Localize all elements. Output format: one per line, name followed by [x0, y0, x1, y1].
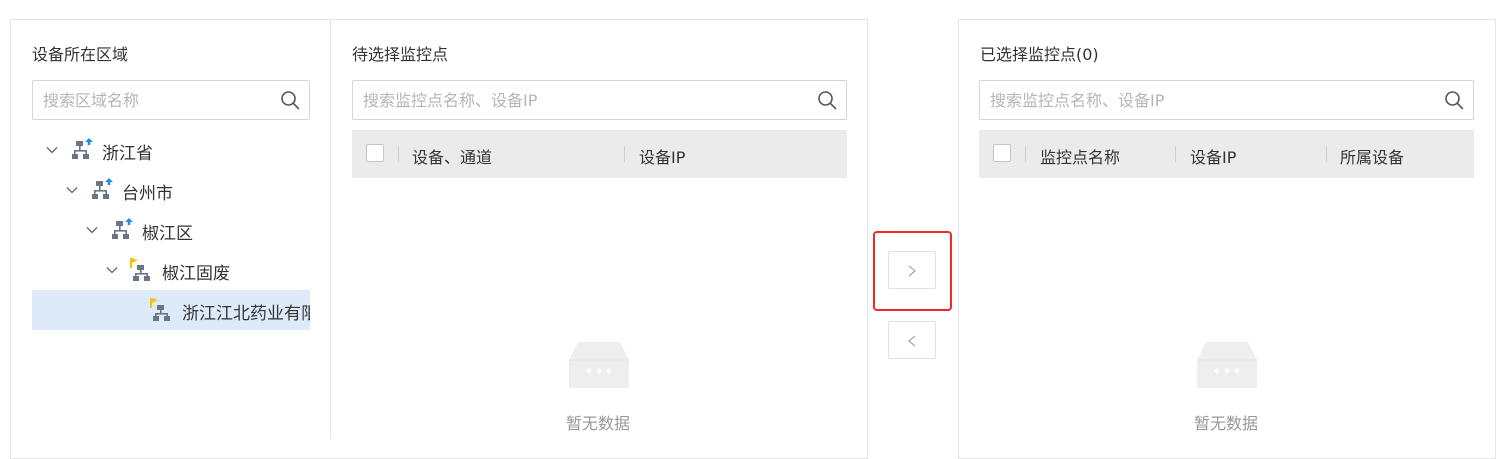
site-flag-icon [150, 298, 170, 321]
tree-node-label: 浙江省 [102, 144, 153, 164]
chevron-down-icon[interactable] [86, 224, 98, 236]
column-separator [398, 146, 399, 162]
column-separator [1175, 146, 1176, 162]
column-header[interactable]: 监控点名称 [1040, 144, 1120, 168]
panel-divider [330, 19, 331, 439]
tree-node-label: 椒江区 [142, 224, 193, 244]
column-header[interactable]: 设备、通道 [412, 144, 492, 168]
tree-node-taizhou[interactable]: 台州市 [32, 170, 310, 210]
region-tree: 浙江省 台州市 椒江区 椒江固废 浙江江北药业有限 [32, 0, 310, 432]
site-flag-icon [130, 258, 150, 281]
tree-node-zhejiang-jiangbei[interactable]: 浙江江北药业有限公司 [32, 290, 310, 330]
selected-panel-title: 已选择监控点(0) [980, 45, 1099, 64]
search-icon[interactable] [1444, 90, 1464, 110]
highlight-annotation [873, 231, 952, 311]
selected-search-input[interactable] [980, 81, 1473, 119]
select-all-checkbox[interactable] [366, 144, 384, 162]
tree-node-label: 浙江江北药业有限公司 [182, 304, 310, 324]
chevron-left-icon [907, 335, 916, 347]
chevron-down-icon[interactable] [46, 144, 58, 156]
tree-node-jiaojiang-guifei[interactable]: 椒江固废 [32, 250, 310, 290]
tree-node-jiaojiang[interactable]: 椒江区 [32, 210, 310, 250]
empty-box-icon [569, 342, 629, 388]
empty-state-text: 暂无数据 [566, 414, 631, 433]
column-separator [1326, 146, 1327, 162]
tree-node-zhejiang[interactable]: 浙江省 [32, 130, 310, 170]
column-header[interactable]: 设备IP [639, 144, 685, 168]
tree-node-label: 椒江固废 [162, 264, 230, 284]
region-icon [72, 138, 93, 159]
search-icon[interactable] [817, 90, 837, 110]
chevron-down-icon[interactable] [106, 264, 118, 276]
candidate-panel-title: 待选择监控点 [352, 45, 449, 64]
candidate-search-input[interactable] [353, 81, 846, 119]
region-icon [92, 178, 113, 199]
selected-table-header: 监控点名称 设备IP 所属设备 [979, 130, 1474, 178]
region-icon [112, 218, 133, 239]
empty-state-text: 暂无数据 [1194, 414, 1259, 433]
tree-node-label: 台州市 [122, 184, 173, 204]
empty-box-icon [1197, 342, 1257, 388]
column-separator [1025, 146, 1026, 162]
remove-from-selected-button[interactable] [888, 321, 936, 359]
candidate-search-box [352, 80, 847, 120]
column-separator [624, 146, 625, 162]
column-header[interactable]: 设备IP [1190, 144, 1236, 168]
candidate-table-header: 设备、通道 设备IP [352, 130, 847, 178]
selected-search-box [979, 80, 1474, 120]
chevron-down-icon[interactable] [66, 184, 78, 196]
select-all-checkbox[interactable] [993, 144, 1011, 162]
column-header[interactable]: 所属设备 [1340, 144, 1404, 168]
